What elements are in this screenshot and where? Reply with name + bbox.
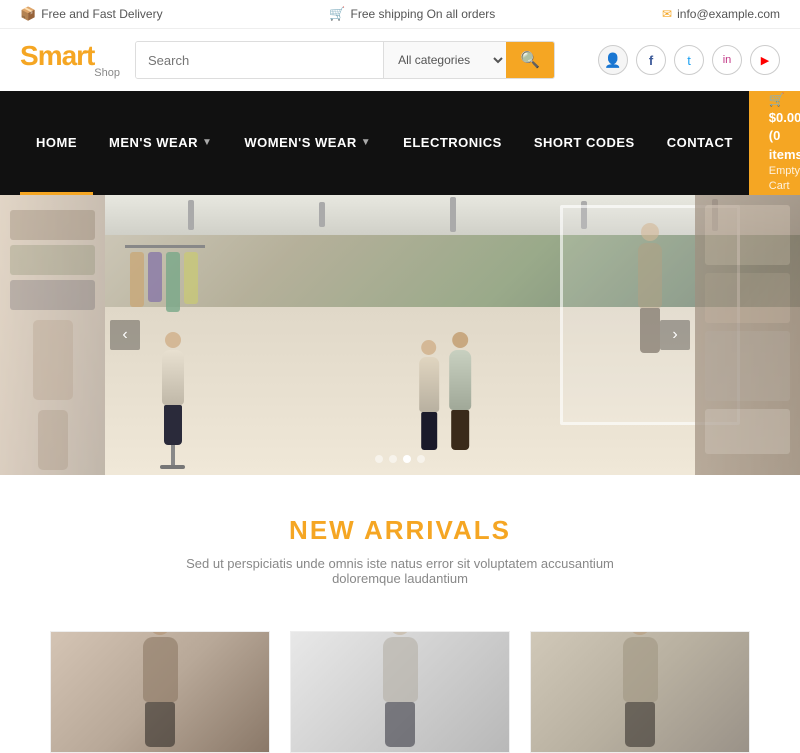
nav-label-womens: WOMEN'S WEAR	[244, 135, 356, 150]
logo[interactable]: Smart Shop	[20, 42, 120, 79]
slider-next-button[interactable]: ›	[660, 320, 690, 350]
slider-prev-icon: ‹	[122, 326, 127, 344]
cart-items: (0 items)	[769, 128, 800, 161]
slider-next-icon: ›	[672, 326, 677, 344]
slider-dot-1[interactable]	[375, 455, 383, 463]
user-icon: 👤	[604, 52, 621, 69]
nav-item-home[interactable]: HOME	[20, 91, 93, 195]
nav-label-short-codes: SHORT CODES	[534, 135, 635, 150]
product-card-3[interactable]	[530, 631, 750, 753]
cart-price-line: 🛒 $0.00 (0 items)	[769, 91, 800, 164]
header: Smart Shop All categories Men's Wear Wom…	[0, 29, 800, 91]
top-bar: 📦 Free and Fast Delivery 🛒 Free shipping…	[0, 0, 800, 29]
new-arrivals-subtitle: Sed ut perspiciatis unde omnis iste natu…	[150, 556, 650, 586]
new-arrivals-highlight: NEW	[289, 515, 356, 545]
product-image-1	[51, 632, 269, 752]
product-image-3	[531, 632, 749, 752]
product-person-1	[51, 632, 269, 752]
new-arrivals-title: NEW ARRIVALS	[20, 515, 780, 546]
cart-button[interactable]: 🛒 $0.00 (0 items) Empty Cart	[749, 91, 800, 195]
new-arrivals-rest: ARRIVALS	[356, 515, 511, 545]
nav-item-mens-wear[interactable]: MEN'S WEAR ▼	[93, 91, 228, 195]
slider-dot-3[interactable]	[403, 455, 411, 463]
youtube-icon[interactable]: ▶	[750, 45, 780, 75]
nav-item-electronics[interactable]: ELECTRONICS	[387, 91, 518, 195]
nav-label-electronics: ELECTRONICS	[403, 135, 502, 150]
womens-dropdown-arrow: ▼	[361, 137, 371, 148]
nav-label-home: HOME	[36, 135, 77, 150]
nav-label-mens: MEN'S WEAR	[109, 135, 198, 150]
user-account-icon[interactable]: 👤	[598, 45, 628, 75]
slider-dot-4[interactable]	[417, 455, 425, 463]
nav-item-womens-wear[interactable]: WOMEN'S WEAR ▼	[228, 91, 387, 195]
shipping-text: Free shipping On all orders	[351, 7, 496, 21]
navbar: HOME MEN'S WEAR ▼ WOMEN'S WEAR ▼ ELECTRO…	[0, 91, 800, 195]
product-row	[0, 631, 800, 753]
product-image-2	[291, 632, 509, 752]
product-person-2	[291, 632, 509, 752]
shipping-info: 🛒 Free shipping On all orders	[329, 6, 495, 22]
slider-dots	[375, 455, 425, 463]
logo-sub: Shop	[20, 68, 120, 79]
delivery-info: 📦 Free and Fast Delivery	[20, 6, 163, 22]
logo-s: S	[20, 40, 38, 71]
search-icon: 🔍	[520, 52, 540, 69]
product-person-3	[531, 632, 749, 752]
slider-left-strip	[0, 195, 105, 475]
product-card-1[interactable]	[50, 631, 270, 753]
logo-brand: Smart	[20, 42, 120, 70]
twitter-icon[interactable]: t	[674, 45, 704, 75]
new-arrivals-section: NEW ARRIVALS Sed ut perspiciatis unde om…	[0, 475, 800, 631]
slider-prev-button[interactable]: ‹	[110, 320, 140, 350]
instagram-symbol: in	[723, 54, 732, 66]
hero-slider: ‹ ›	[0, 195, 800, 475]
nav-item-short-codes[interactable]: SHORT CODES	[518, 91, 651, 195]
product-card-2[interactable]	[290, 631, 510, 753]
slider-dot-2[interactable]	[389, 455, 397, 463]
delivery-text: Free and Fast Delivery	[41, 7, 162, 21]
search-bar[interactable]: All categories Men's Wear Women's Wear E…	[135, 41, 555, 79]
mens-dropdown-arrow: ▼	[202, 137, 212, 148]
header-icons: 👤 f t in ▶	[598, 45, 780, 75]
logo-mart: mart	[38, 40, 95, 71]
twitter-letter: t	[687, 53, 691, 68]
shipping-icon: 🛒	[329, 6, 345, 22]
cart-empty-label: Empty Cart	[769, 164, 800, 195]
email-text: info@example.com	[677, 7, 780, 21]
email-info: ✉ info@example.com	[662, 7, 780, 21]
delivery-icon: 📦	[20, 6, 36, 22]
cart-icon: 🛒	[769, 92, 785, 107]
instagram-icon[interactable]: in	[712, 45, 742, 75]
email-icon: ✉	[662, 7, 672, 21]
nav-item-contact[interactable]: CONTACT	[651, 91, 749, 195]
nav-label-contact: CONTACT	[667, 135, 733, 150]
category-select[interactable]: All categories Men's Wear Women's Wear E…	[383, 42, 506, 78]
facebook-letter: f	[649, 53, 653, 68]
search-button[interactable]: 🔍	[506, 42, 554, 78]
slider-right-strip	[695, 195, 800, 475]
youtube-symbol: ▶	[761, 54, 769, 67]
search-input[interactable]	[136, 42, 383, 78]
slider-main: ‹ ›	[0, 195, 800, 475]
facebook-icon[interactable]: f	[636, 45, 666, 75]
cart-price: $0.00	[769, 110, 800, 125]
